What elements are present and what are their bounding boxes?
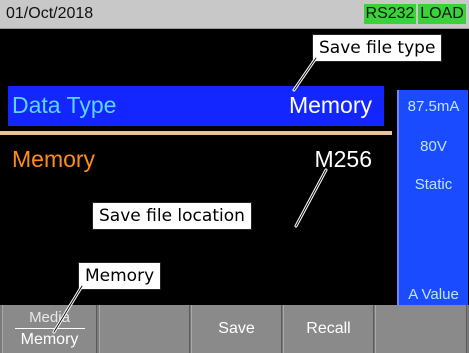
softkey-save[interactable]: Save	[191, 305, 282, 353]
softkey-recall[interactable]: Recall	[283, 305, 374, 353]
rs232-badge: RS232	[364, 4, 416, 24]
softkey-media-label: Media	[29, 309, 70, 326]
side-status-panel: 87.5mA 80V Static A Value	[397, 90, 468, 305]
softkey-blank-1[interactable]	[99, 305, 190, 353]
softkey-memory-label: Memory	[20, 331, 79, 348]
side-value-label: A Value	[408, 286, 459, 303]
load-badge: LOAD	[418, 4, 466, 24]
callout-memory: Memory	[78, 262, 162, 290]
softkey-media-memory[interactable]: Media Memory	[2, 305, 97, 353]
softkey-blank-2[interactable]	[375, 305, 467, 353]
status-bar: 01/Oct/2018 RS232 LOAD	[0, 0, 469, 29]
data-type-value[interactable]: Memory	[289, 92, 372, 119]
callout-save-file-location: Save file location	[92, 202, 252, 230]
softkey-bar: Media Memory Save Recall	[0, 305, 469, 353]
setting-row-data-type[interactable]: Data Type Memory	[8, 86, 384, 126]
callout-save-file-type: Save file type	[312, 34, 443, 62]
memory-label: Memory	[12, 146, 96, 172]
status-date: 01/Oct/2018	[6, 5, 94, 22]
setting-row-memory[interactable]: Memory M256	[8, 138, 384, 188]
side-mode-readout: Static	[414, 176, 453, 193]
side-current-readout: 87.5mA	[407, 98, 460, 115]
side-voltage-readout: 80V	[420, 138, 447, 155]
instrument-screen: 01/Oct/2018 RS232 LOAD Save file type Sa…	[0, 0, 469, 353]
memory-value[interactable]: M256	[314, 146, 372, 173]
section-divider	[0, 131, 392, 135]
data-type-label: Data Type	[12, 92, 117, 118]
